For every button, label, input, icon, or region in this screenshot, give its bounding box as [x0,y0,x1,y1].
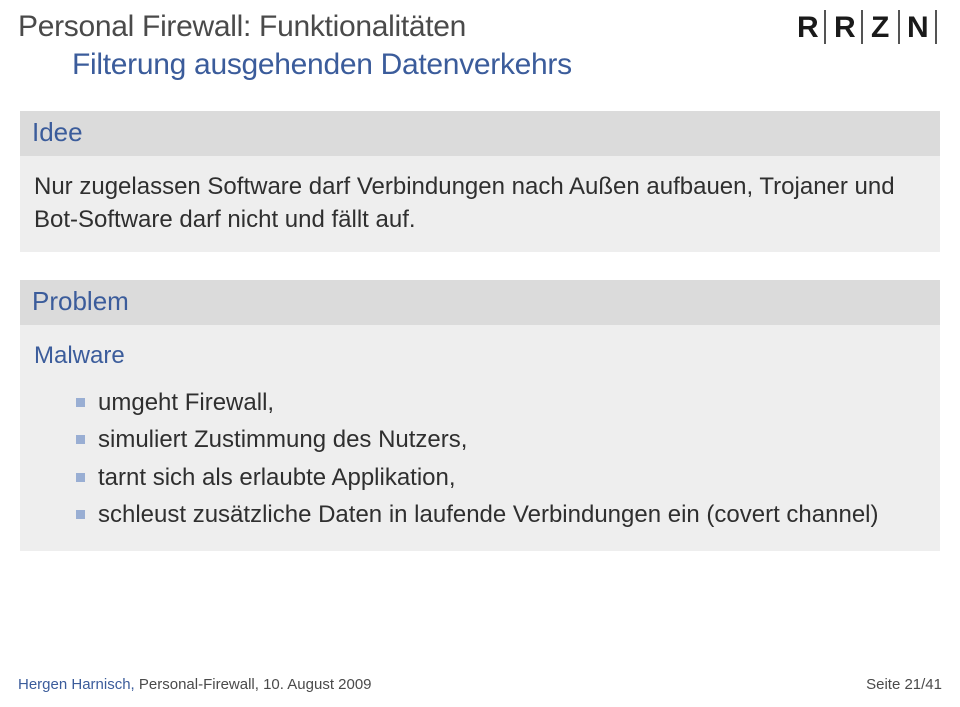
rrzn-logo: R R Z N [794,8,942,44]
list-item: simuliert Zustimmung des Nutzers, [76,423,926,456]
problem-list: umgeht Firewall, simuliert Zustimmung de… [34,386,926,530]
footer-author: Hergen Harnisch, [18,676,139,693]
slide-footer: Hergen Harnisch, Personal-Firewall, 10. … [18,676,942,693]
slide-header: Personal Firewall: Funktionalitäten Filt… [18,8,942,83]
footer-left: Hergen Harnisch, Personal-Firewall, 10. … [18,676,372,693]
logo-letter: R [834,11,856,44]
slide-subtitle: Filterung ausgehenden Datenverkehrs [72,46,794,84]
list-item: tarnt sich als erlaubte Applikation, [76,461,926,494]
title-block: Personal Firewall: Funktionalitäten Filt… [18,8,794,83]
logo-letter: N [907,11,929,44]
slide: Personal Firewall: Funktionalitäten Filt… [0,0,960,707]
logo-letter: R [797,11,819,44]
footer-meta: Personal-Firewall, 10. August 2009 [139,676,372,693]
logo-letter: Z [871,11,889,44]
slide-title: Personal Firewall: Funktionalitäten [18,8,794,46]
footer-page: Seite 21/41 [866,676,942,693]
list-item: schleust zusätzliche Daten in laufende V… [76,498,926,531]
section-body-idee: Nur zugelassen Software darf Verbindunge… [20,156,940,252]
section-heading-problem: Problem [20,280,940,325]
section-heading-idee: Idee [20,111,940,156]
slide-content: Idee Nur zugelassen Software darf Verbin… [18,111,942,551]
section-body-problem: Malware umgeht Firewall, simuliert Zusti… [20,325,940,551]
problem-lead: Malware [34,339,926,372]
list-item: umgeht Firewall, [76,386,926,419]
